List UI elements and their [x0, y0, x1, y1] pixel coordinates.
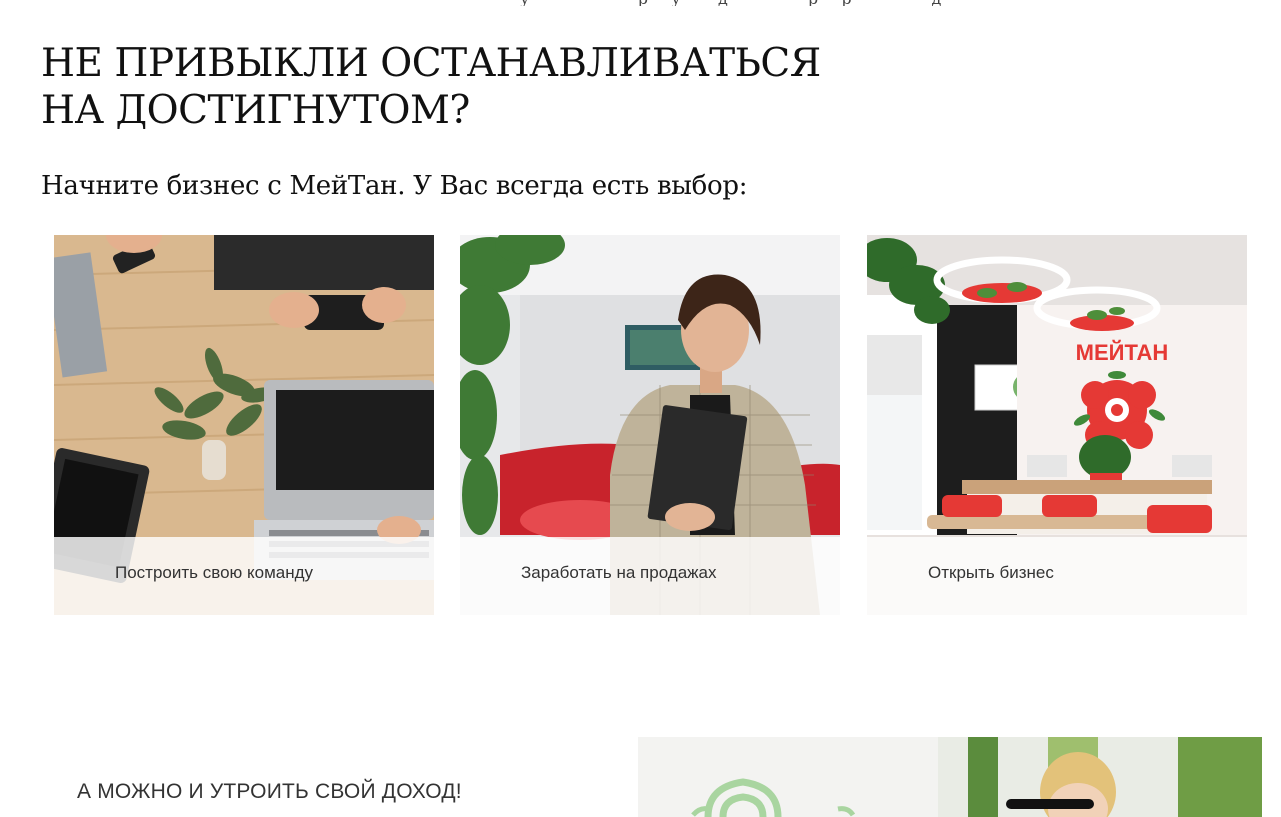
promo-photo	[638, 737, 1262, 817]
card-label: Открыть бизнес	[928, 563, 1054, 582]
card-open-business[interactable]: МЕЙТАН Открыть бизнес	[867, 235, 1247, 615]
store-sign: МЕЙТАН	[1076, 340, 1169, 365]
headline-line-2: НА ДОСТИГНУТОМ?	[41, 88, 470, 133]
card-earn-sales[interactable]: Заработать на продажах	[460, 235, 840, 615]
card-label: Заработать на продажах	[521, 563, 717, 582]
page-headline: НЕ ПРИВЫКЛИ ОСТАНАВЛИВАТЬСЯ НА ДОСТИГНУТ…	[41, 40, 861, 134]
income-promo-image	[638, 737, 1262, 817]
card-build-team[interactable]: Построить свою команду	[54, 235, 434, 615]
card-caption: Заработать на продажах	[460, 537, 840, 615]
section-title-income: А МОЖНО И УТРОИТЬ СВОЙ ДОХОД!	[77, 780, 462, 803]
cut-off-text-line: у · · · · · · · р · у · · д · · · · · р …	[0, 0, 1281, 6]
headline-line-1: НЕ ПРИВЫКЛИ ОСТАНАВЛИВАТЬСЯ	[41, 41, 821, 86]
card-label: Построить свою команду	[115, 563, 314, 582]
card-caption: Построить свою команду	[54, 537, 434, 615]
page-subtitle: Начните бизнес с МейТан. У Вас всегда ес…	[41, 171, 748, 201]
card-caption: Открыть бизнес	[867, 537, 1247, 615]
